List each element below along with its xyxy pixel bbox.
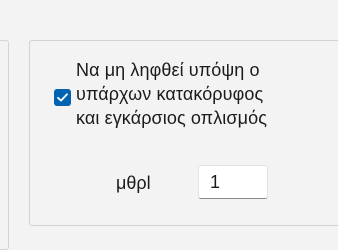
ignore-reinforcement-checkbox[interactable] — [54, 89, 71, 106]
label-line-3: και εγκάρσιος οπλισμός — [76, 108, 267, 128]
mthrl-label: μθρl — [116, 173, 151, 193]
ignore-reinforcement-label[interactable]: Να μη ληφθεί υπόψη ο υπάρχων κατακόρυφος… — [76, 58, 326, 130]
checkmark-icon — [57, 93, 68, 102]
mthrl-input[interactable] — [198, 165, 268, 199]
label-line-1: Να μη ληφθεί υπόψη ο — [76, 60, 260, 80]
left-panel-edge — [0, 40, 9, 250]
label-line-2: υπάρχων κατακόρυφος — [76, 84, 264, 104]
